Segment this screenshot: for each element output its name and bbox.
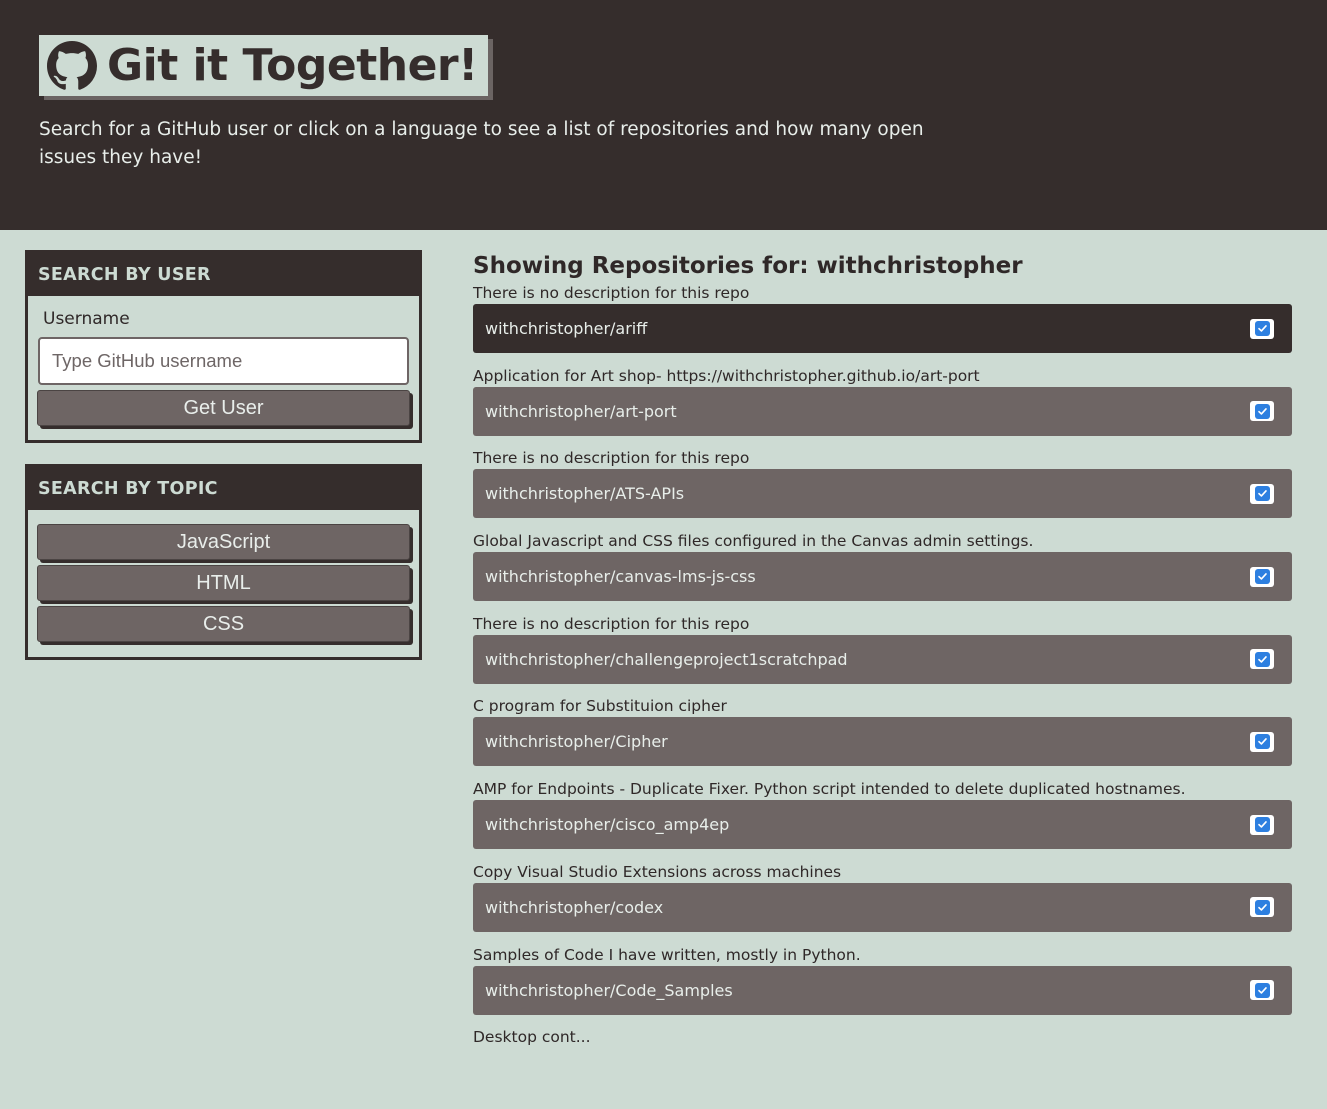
search-by-user-heading: SEARCH BY USER	[28, 253, 419, 296]
logo: Git it Together!	[39, 35, 488, 96]
repo-link[interactable]: withchristopher/Code_Samples	[473, 965, 1292, 1015]
repo-item: Desktop cont...	[473, 1026, 1292, 1109]
check-square-icon	[1250, 980, 1274, 1000]
repo-link[interactable]: withchristopher/challengeproject1scratch…	[473, 634, 1292, 684]
repo-link[interactable]: withchristopher/ATS-APIs	[473, 469, 1292, 519]
repo-description: Desktop cont...	[473, 1028, 591, 1047]
repo-link[interactable]: withchristopher/canvas-lms-js-css	[473, 552, 1292, 602]
results-username: withchristopher	[816, 253, 1023, 279]
username-input[interactable]	[38, 337, 409, 385]
repo-description: Global Javascript and CSS files configur…	[473, 532, 1034, 551]
repo-name: withchristopher/Code_Samples	[485, 980, 733, 1000]
check-square-icon	[1250, 649, 1274, 670]
repo-name: withchristopher/canvas-lms-js-css	[485, 567, 756, 587]
repo-name: withchristopher/cisco_amp4ep	[485, 815, 730, 835]
search-by-user-panel: SEARCH BY USER Username Get User	[25, 250, 422, 443]
check-square-icon	[1250, 731, 1274, 752]
repo-description: Application for Art shop- https://withch…	[473, 366, 980, 385]
repo-item: Samples of Code I have written, mostly i…	[473, 944, 1292, 1027]
github-icon	[47, 40, 97, 90]
repo-list: There is no description for this repo wit…	[473, 282, 1292, 1109]
repo-item: AMP for Endpoints - Duplicate Fixer. Pyt…	[473, 778, 1292, 861]
repo-link[interactable]: withchristopher/cisco_amp4ep	[473, 800, 1292, 850]
language-button-css[interactable]: CSS	[37, 606, 410, 642]
repo-description: There is no description for this repo	[473, 614, 750, 633]
repo-item: There is no description for this repo wit…	[473, 282, 1292, 365]
repo-name: withchristopher/ATS-APIs	[485, 484, 685, 504]
repo-link[interactable]: withchristopher/art-port	[473, 386, 1292, 436]
search-by-topic-heading: SEARCH BY TOPIC	[28, 467, 419, 510]
repo-results: Showing Repositories for: withchristophe…	[473, 250, 1292, 1109]
repo-description: C program for Substituion cipher	[473, 697, 727, 716]
repo-name: withchristopher/challengeproject1scratch…	[485, 649, 848, 669]
repo-description: Copy Visual Studio Extensions across mac…	[473, 862, 842, 881]
page-title: Git it Together!	[107, 40, 478, 91]
repo-item: There is no description for this repo wit…	[473, 613, 1292, 696]
repo-name: withchristopher/art-port	[485, 401, 677, 421]
get-user-button[interactable]: Get User	[37, 390, 410, 426]
check-square-icon	[1250, 566, 1274, 587]
repo-item: Global Javascript and CSS files configur…	[473, 530, 1292, 613]
page-header: Git it Together! Search for a GitHub use…	[0, 0, 1327, 230]
repo-name: withchristopher/codex	[485, 897, 664, 917]
search-by-topic-panel: SEARCH BY TOPIC JavaScript HTML CSS	[25, 464, 422, 660]
results-title: Showing Repositories for: withchristophe…	[473, 251, 1292, 282]
repo-description: There is no description for this repo	[473, 284, 750, 302]
language-button-javascript[interactable]: JavaScript	[37, 524, 410, 560]
repo-item: Copy Visual Studio Extensions across mac…	[473, 861, 1292, 944]
results-title-prefix: Showing Repositories for:	[473, 253, 817, 279]
repo-item: C program for Substituion cipher withchri…	[473, 695, 1292, 778]
check-square-icon	[1250, 814, 1274, 835]
username-label: Username	[43, 309, 130, 329]
repo-link[interactable]: withchristopher/ariff	[473, 304, 1292, 353]
repo-name: withchristopher/Cipher	[485, 732, 668, 752]
repo-description: AMP for Endpoints - Duplicate Fixer. Pyt…	[473, 780, 1186, 799]
repo-description: There is no description for this repo	[473, 449, 750, 468]
repo-description: Samples of Code I have written, mostly i…	[473, 945, 861, 964]
check-square-icon	[1250, 318, 1274, 339]
check-square-icon	[1250, 401, 1274, 422]
repo-item: There is no description for this repo wit…	[473, 447, 1292, 530]
check-square-icon	[1250, 483, 1274, 504]
repo-link[interactable]: withchristopher/codex	[473, 882, 1292, 932]
page-subtitle: Search for a GitHub user or click on a l…	[39, 119, 924, 168]
repo-link[interactable]: withchristopher/Cipher	[473, 717, 1292, 767]
repo-item: Application for Art shop- https://withch…	[473, 365, 1292, 448]
check-square-icon	[1250, 897, 1274, 918]
language-button-html[interactable]: HTML	[37, 565, 410, 601]
repo-name: withchristopher/ariff	[485, 319, 648, 338]
